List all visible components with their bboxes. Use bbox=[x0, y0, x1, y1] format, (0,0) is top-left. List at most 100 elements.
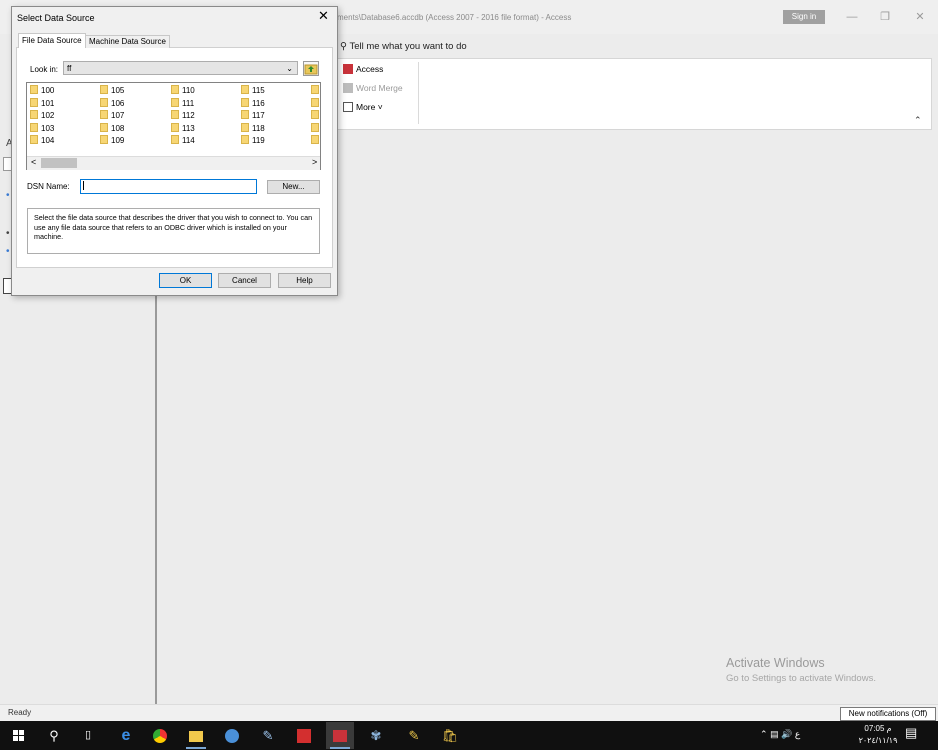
collapse-ribbon-icon[interactable]: ⌃ bbox=[914, 115, 922, 126]
look-in-dropdown[interactable]: ff ⌄ bbox=[63, 61, 298, 75]
word-merge-label: Word Merge bbox=[356, 83, 403, 93]
notes-icon[interactable]: ✎ bbox=[254, 722, 282, 749]
folder-item[interactable]: 108 bbox=[100, 122, 124, 135]
dialog-close-icon[interactable]: ✕ bbox=[318, 9, 329, 23]
access-taskbar-icon[interactable] bbox=[326, 722, 354, 749]
folder-item-partial[interactable] bbox=[311, 135, 319, 147]
more-button[interactable]: More ˅ bbox=[343, 102, 383, 112]
paint-icon[interactable]: ✾ bbox=[362, 722, 390, 749]
folder-label: 112 bbox=[182, 111, 195, 120]
windows-icon bbox=[12, 730, 24, 741]
folder-item[interactable]: 114 bbox=[171, 135, 195, 147]
folder-item[interactable]: 105 bbox=[100, 85, 124, 97]
tab-machine-data-source[interactable]: Machine Data Source bbox=[85, 35, 170, 48]
folder-item[interactable]: 106 bbox=[100, 97, 124, 110]
tell-me-search[interactable]: ⚲ Tell me what you want to do bbox=[340, 41, 467, 52]
folder-label: 115 bbox=[252, 86, 265, 95]
cancel-button[interactable]: Cancel bbox=[218, 273, 271, 288]
folder-icon bbox=[241, 135, 249, 144]
word-merge-button[interactable]: Word Merge bbox=[343, 83, 403, 93]
edge-icon[interactable]: e bbox=[112, 722, 140, 749]
acrobat-icon[interactable] bbox=[290, 722, 318, 749]
chrome-icon[interactable] bbox=[146, 722, 174, 749]
folder-item[interactable]: 116 bbox=[241, 97, 265, 110]
folder-item[interactable]: 110 bbox=[171, 85, 195, 97]
system-tray[interactable]: ⌃ ▤ 🔊 ع bbox=[760, 729, 800, 740]
folder-icon bbox=[311, 122, 319, 132]
minimize-icon[interactable]: — bbox=[843, 8, 861, 26]
new-button[interactable]: New... bbox=[267, 180, 320, 194]
folder-icon bbox=[171, 135, 179, 144]
clock-time[interactable]: 07:05 م bbox=[862, 724, 894, 733]
folder-item[interactable]: 117 bbox=[241, 110, 265, 122]
export-access-button[interactable]: Access bbox=[343, 64, 383, 74]
folder-icon bbox=[30, 135, 38, 144]
folder-label: 109 bbox=[111, 136, 125, 145]
folder-item[interactable]: 104 bbox=[30, 135, 54, 147]
language-indicator[interactable]: ع bbox=[795, 729, 800, 739]
folder-item-partial[interactable] bbox=[311, 110, 319, 122]
folder-item[interactable]: 119 bbox=[241, 135, 265, 147]
task-view-icon[interactable]: ▯ bbox=[74, 722, 102, 749]
clock-date[interactable]: ٢٠٢٤/١١/١٩ bbox=[858, 736, 898, 745]
folder-item[interactable]: 112 bbox=[171, 110, 195, 122]
close-window-icon[interactable]: ✕ bbox=[911, 8, 929, 26]
folder-item[interactable]: 100 bbox=[30, 85, 54, 97]
start-button[interactable] bbox=[4, 722, 32, 749]
dsn-name-input[interactable] bbox=[80, 179, 257, 194]
folder-up-icon bbox=[304, 64, 318, 75]
scroll-right-icon[interactable]: > bbox=[312, 157, 317, 167]
folder-item-partial[interactable] bbox=[311, 97, 319, 110]
folder-label: 118 bbox=[252, 123, 265, 133]
scrollbar-thumb[interactable] bbox=[41, 158, 77, 168]
restore-icon[interactable]: ❐ bbox=[876, 8, 894, 26]
store-icon[interactable]: 🛍 bbox=[436, 722, 464, 749]
up-folder-button[interactable] bbox=[303, 61, 319, 76]
folder-item[interactable]: 101 bbox=[30, 97, 54, 110]
folder-label: 111 bbox=[182, 98, 195, 108]
folder-item-partial[interactable] bbox=[311, 122, 319, 135]
folder-item-partial[interactable] bbox=[311, 85, 319, 97]
chevron-down-icon: ⌄ bbox=[286, 64, 293, 73]
folder-icon bbox=[241, 85, 249, 94]
folder-item[interactable]: 109 bbox=[100, 135, 124, 147]
search-icon: ⚲ bbox=[340, 41, 347, 52]
folder-item[interactable]: 115 bbox=[241, 85, 265, 97]
folder-item[interactable]: 113 bbox=[171, 122, 195, 135]
folder-icon bbox=[100, 135, 108, 144]
folder-label: 100 bbox=[41, 86, 55, 95]
folder-item[interactable]: 103 bbox=[30, 122, 54, 135]
folder-icon bbox=[30, 85, 38, 94]
folder-label: 116 bbox=[252, 98, 265, 108]
ok-button[interactable]: OK bbox=[159, 273, 212, 288]
search-icon[interactable]: ⚲ bbox=[40, 722, 68, 749]
tab-file-data-source[interactable]: File Data Source bbox=[18, 33, 86, 48]
status-bar bbox=[0, 704, 938, 722]
chevron-up-icon[interactable]: ⌃ bbox=[760, 729, 768, 739]
folder-item[interactable]: 111 bbox=[171, 97, 195, 110]
folder-icon bbox=[30, 122, 38, 132]
dialog-title: Select Data Source bbox=[17, 13, 95, 23]
activate-windows-title: Activate Windows bbox=[726, 656, 825, 670]
ribbon-separator bbox=[418, 62, 419, 124]
folder-icon bbox=[100, 122, 108, 132]
look-in-label: Look in: bbox=[30, 65, 59, 74]
folder-icon bbox=[311, 97, 319, 107]
network-icon[interactable]: ▤ bbox=[770, 729, 779, 739]
action-center-icon[interactable]: ▤ bbox=[905, 725, 917, 741]
folder-icon bbox=[171, 122, 179, 132]
sign-in-button[interactable]: Sign in bbox=[783, 10, 825, 24]
scroll-left-icon[interactable]: < bbox=[31, 157, 36, 167]
folder-item[interactable]: 118 bbox=[241, 122, 265, 135]
file-explorer-icon[interactable] bbox=[182, 722, 210, 749]
help-button[interactable]: Help bbox=[278, 273, 331, 288]
folder-label: 105 bbox=[111, 86, 125, 95]
folder-label: 102 bbox=[41, 111, 55, 120]
volume-icon[interactable]: 🔊 bbox=[781, 729, 792, 739]
app-icon[interactable] bbox=[218, 722, 246, 749]
sticky-icon[interactable]: ✎ bbox=[400, 722, 428, 749]
folder-item[interactable]: 102 bbox=[30, 110, 54, 122]
folder-item[interactable]: 107 bbox=[100, 110, 124, 122]
folder-icon bbox=[311, 135, 319, 144]
text-cursor bbox=[83, 181, 84, 190]
